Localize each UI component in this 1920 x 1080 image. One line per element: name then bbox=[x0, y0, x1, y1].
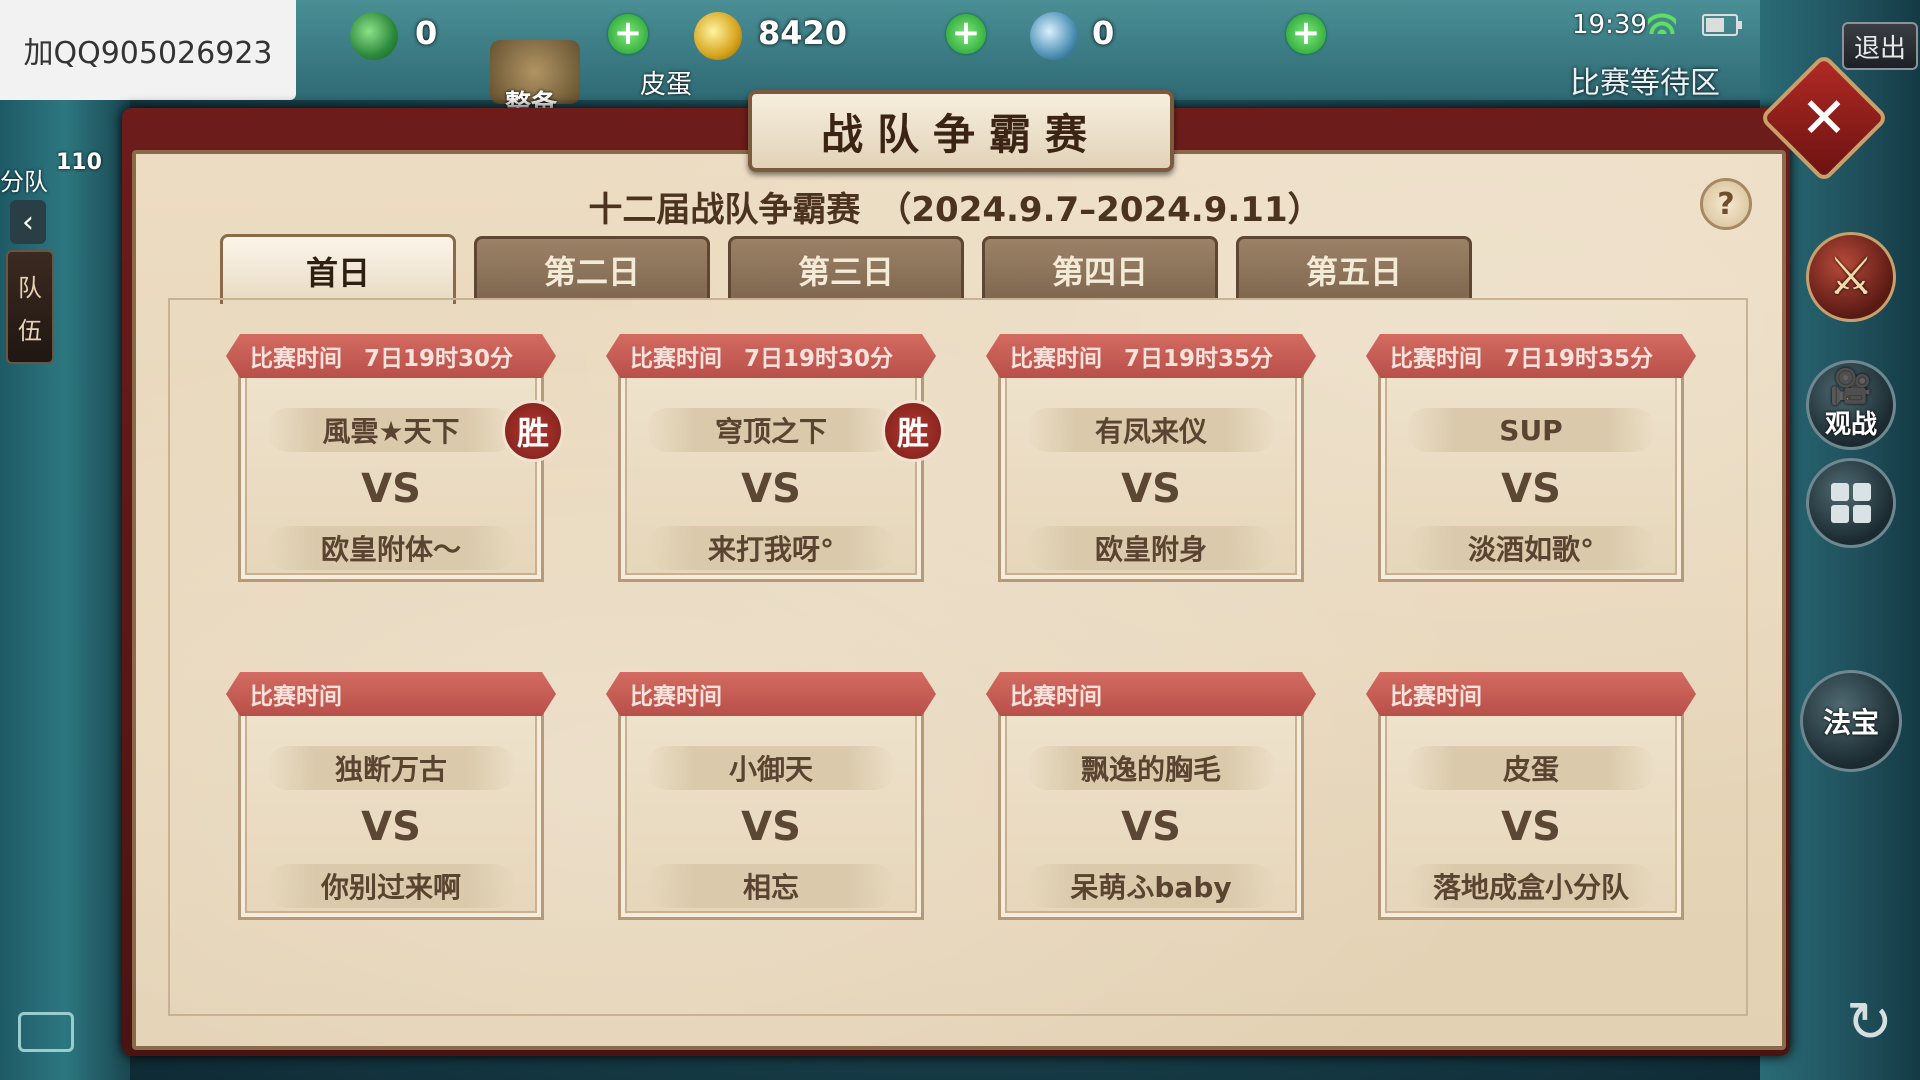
waiting-area-label: 比赛等待区 bbox=[1570, 66, 1720, 101]
fabao-label: 法宝 bbox=[1822, 706, 1879, 739]
match-time-value: 7日19时35分 bbox=[1504, 346, 1654, 372]
team-b-name: 欧皇附身 bbox=[1026, 526, 1276, 570]
refresh-icon[interactable]: ↻ bbox=[1846, 990, 1893, 1055]
team-b-name: 来打我呀° bbox=[646, 526, 896, 570]
match-time-ribbon: 比赛时间 7日19时35分 bbox=[986, 334, 1316, 378]
jade-currency-icon bbox=[350, 12, 398, 60]
vs-label: VS bbox=[361, 804, 421, 850]
team-a-name: 皮蛋 bbox=[1406, 746, 1656, 790]
tab-day-2[interactable]: 第二日 bbox=[474, 236, 710, 300]
match-time-label: 比赛时间 bbox=[250, 684, 342, 710]
team-b-name: 你别过来啊 bbox=[266, 864, 516, 908]
match-time-value: 7日19时30分 bbox=[744, 346, 894, 372]
match-card[interactable]: 比赛时间飘逸的胸毛 VS 呆萌ふbaby bbox=[986, 672, 1316, 922]
exit-button[interactable]: 退出 bbox=[1842, 22, 1918, 70]
match-time-ribbon: 比赛时间 bbox=[986, 672, 1316, 716]
help-button[interactable]: ? bbox=[1700, 178, 1752, 230]
team-a-name: 独断万古 bbox=[266, 746, 516, 790]
team-a-name: 風雲★天下 bbox=[266, 408, 516, 452]
vs-label: VS bbox=[1501, 466, 1561, 512]
jade-count: 0 bbox=[415, 14, 438, 52]
battery-icon bbox=[1702, 14, 1742, 36]
crossed-swords-icon: ⚔ bbox=[1827, 247, 1875, 307]
win-badge: 胜 bbox=[502, 400, 564, 462]
collapse-left-button[interactable]: ‹ bbox=[10, 200, 46, 244]
vs-label: VS bbox=[1121, 804, 1181, 850]
team-b-name: 落地成盒小分队 bbox=[1406, 864, 1656, 908]
spectate-label: 观战 bbox=[1824, 409, 1877, 440]
match-card[interactable]: 比赛时间 7日19时35分有凤来仪 VS 欧皇附身 bbox=[986, 334, 1316, 584]
match-time-label: 比赛时间 bbox=[1010, 684, 1102, 710]
team-b-name: 呆萌ふbaby bbox=[1026, 864, 1276, 908]
match-time-label: 比赛时间 bbox=[630, 346, 722, 372]
match-card[interactable]: 比赛时间独断万古 VS 你别过来啊 bbox=[226, 672, 556, 922]
match-time-value: 7日19时30分 bbox=[364, 346, 514, 372]
match-time-label: 比赛时间 bbox=[1390, 346, 1482, 372]
match-card[interactable]: 比赛时间皮蛋 VS 落地成盒小分队 bbox=[1366, 672, 1696, 922]
status-clock: 19:39 bbox=[1572, 10, 1647, 40]
camera-icon: 🎥 bbox=[1829, 366, 1873, 407]
qq-overlay-banner: 加QQ905026923 bbox=[0, 0, 296, 100]
match-time-ribbon: 比赛时间 7日19时30分 bbox=[606, 334, 936, 378]
match-time-ribbon: 比赛时间 bbox=[1366, 672, 1696, 716]
vs-label: VS bbox=[1501, 804, 1561, 850]
left-scene bbox=[0, 100, 130, 1080]
match-time-ribbon: 比赛时间 bbox=[606, 672, 936, 716]
vs-label: VS bbox=[741, 466, 801, 512]
tab-day-4[interactable]: 第四日 bbox=[982, 236, 1218, 300]
match-time-label: 比赛时间 bbox=[630, 684, 722, 710]
tab-day-1[interactable]: 首日 bbox=[220, 234, 456, 304]
match-time-ribbon: 比赛时间 bbox=[226, 672, 556, 716]
fabao-button[interactable]: 法宝 bbox=[1800, 670, 1902, 772]
team-b-name: 淡酒如歌° bbox=[1406, 526, 1656, 570]
team-a-name: 穹顶之下 bbox=[646, 408, 896, 452]
match-card[interactable]: 比赛时间 7日19时35分 SUP VS 淡酒如歌° bbox=[1366, 334, 1696, 584]
match-time-ribbon: 比赛时间 7日19时30分 bbox=[226, 334, 556, 378]
battle-button[interactable]: ⚔ bbox=[1806, 232, 1896, 322]
spectate-button[interactable]: 🎥 观战 bbox=[1806, 360, 1896, 450]
close-icon: ✕ bbox=[1800, 85, 1848, 151]
match-time-ribbon: 比赛时间 7日19时35分 bbox=[1366, 334, 1696, 378]
match-time-label: 比赛时间 bbox=[250, 346, 342, 372]
player-level: 110 bbox=[56, 150, 102, 175]
team-a-name: 飘逸的胸毛 bbox=[1026, 746, 1276, 790]
chat-icon[interactable] bbox=[18, 1012, 74, 1052]
team-a-name: SUP bbox=[1406, 408, 1656, 452]
player-team-tag: 分队 bbox=[0, 168, 48, 196]
match-card[interactable]: 比赛时间 7日19时30分穹顶之下 VS 来打我呀° 胜 bbox=[606, 334, 944, 584]
team-tab-char: 伍 bbox=[18, 317, 42, 345]
season-title: 十二届战队争霸赛 （2024.9.7–2024.9.11） bbox=[588, 190, 1322, 230]
team-a-name: 小御天 bbox=[646, 746, 896, 790]
match-time-label: 比赛时间 bbox=[1390, 684, 1482, 710]
team-a-name: 有凤来仪 bbox=[1026, 408, 1276, 452]
player-name: 皮蛋 bbox=[640, 70, 693, 100]
wifi-icon bbox=[1648, 12, 1676, 34]
match-time-value: 7日19时35分 bbox=[1124, 346, 1274, 372]
team-b-name: 欧皇附体～ bbox=[266, 526, 516, 570]
vs-label: VS bbox=[361, 466, 421, 512]
tab-day-5[interactable]: 第五日 bbox=[1236, 236, 1472, 300]
team-side-tab[interactable]: 队 伍 bbox=[6, 250, 54, 364]
grid-icon bbox=[1831, 483, 1871, 523]
vs-label: VS bbox=[1121, 466, 1181, 512]
team-b-name: 相忘 bbox=[646, 864, 896, 908]
menu-grid-button[interactable] bbox=[1806, 458, 1896, 548]
match-card[interactable]: 比赛时间 7日19时30分風雲★天下 VS 欧皇附体～ 胜 bbox=[226, 334, 564, 584]
match-card[interactable]: 比赛时间小御天 VS 相忘 bbox=[606, 672, 936, 922]
panel-title: 战队争霸赛 bbox=[748, 90, 1174, 172]
win-badge: 胜 bbox=[882, 400, 944, 462]
tab-day-3[interactable]: 第三日 bbox=[728, 236, 964, 300]
vs-label: VS bbox=[741, 804, 801, 850]
match-time-label: 比赛时间 bbox=[1010, 346, 1102, 372]
team-tab-char: 队 bbox=[18, 274, 42, 302]
